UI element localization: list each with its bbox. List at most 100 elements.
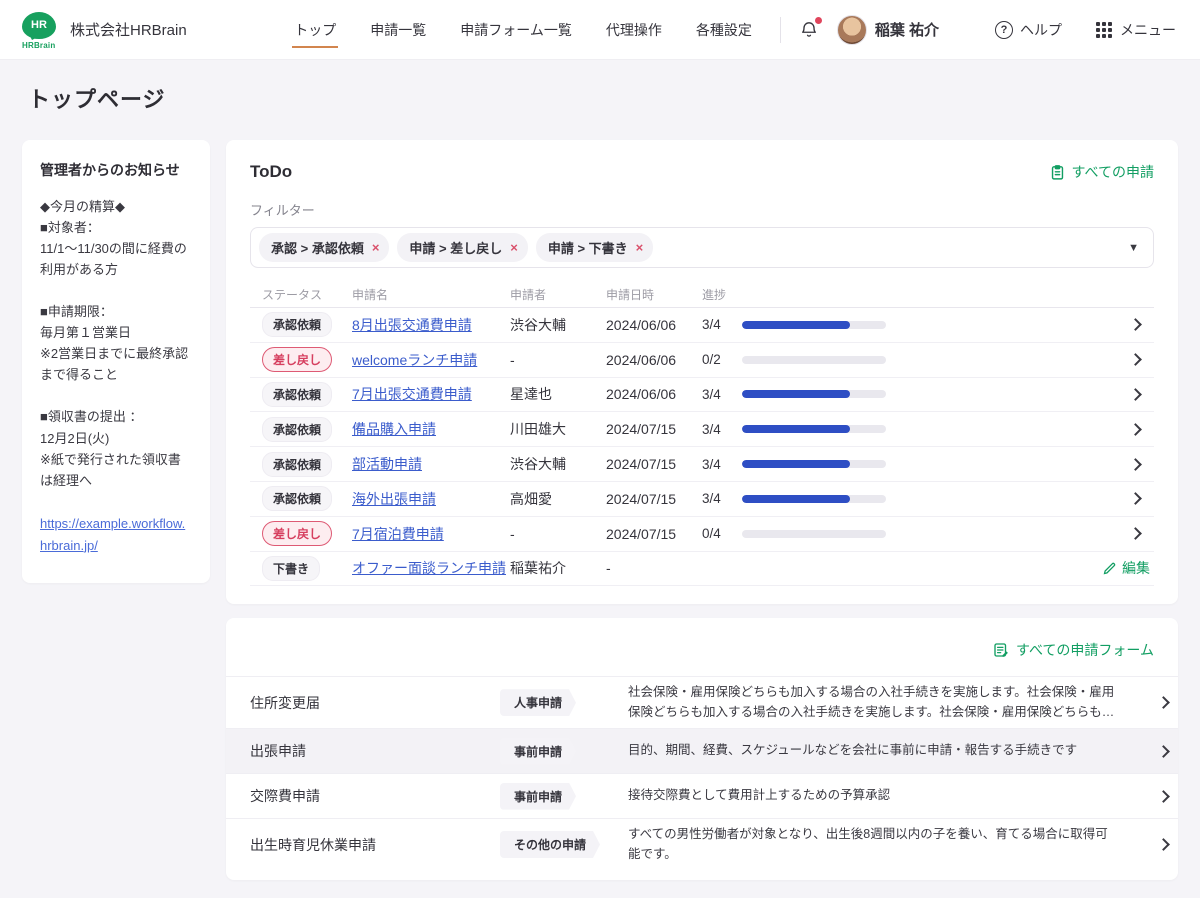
form-name: 交際費申請 — [250, 786, 500, 806]
progress-bar — [742, 495, 886, 503]
todo-title: ToDo — [250, 162, 292, 182]
status-badge: 承認依頼 — [262, 312, 332, 337]
column-header: 申請者 — [510, 286, 606, 303]
chip-remove-icon[interactable]: × — [372, 241, 380, 254]
filter-chip-label: 申請 > 下書き — [548, 238, 628, 257]
form-description: 接待交際費として費用計上するための予算承認 — [628, 786, 1132, 805]
form-row[interactable]: 出張申請事前申請目的、期間、経費、スケジュールなどを会社に事前に申請・報告する手… — [226, 728, 1178, 773]
progress-bar — [742, 460, 886, 468]
status-badge: 承認依頼 — [262, 382, 332, 407]
application-link[interactable]: 7月出張交通費申請 — [352, 384, 510, 404]
pencil-icon — [1102, 561, 1117, 576]
status-badge: 承認依頼 — [262, 452, 332, 477]
status-badge: 下書き — [262, 556, 320, 581]
todo-row: 承認依頼7月出張交通費申請星達也2024/06/063/4 — [250, 378, 1154, 413]
chip-remove-icon[interactable]: × — [636, 241, 644, 254]
form-row[interactable]: 交際費申請事前申請接待交際費として費用計上するための予算承認 — [226, 773, 1178, 818]
form-name: 住所変更届 — [250, 693, 500, 713]
nav-item-5[interactable]: 各種設定 — [694, 14, 754, 46]
nav-item-2[interactable]: 申請一覧 — [368, 14, 428, 46]
user-avatar — [837, 15, 867, 45]
application-link[interactable]: 部活動申請 — [352, 454, 510, 474]
column-header: 申請日時 — [606, 286, 702, 303]
application-link[interactable]: 7月宿泊費申請 — [352, 524, 510, 544]
all-applications-link[interactable]: すべての申請 — [1049, 162, 1154, 182]
user-menu[interactable]: 稲葉 祐介 — [837, 15, 939, 45]
applicant-name: 川田雄大 — [510, 419, 606, 439]
all-applications-label: すべての申請 — [1072, 162, 1154, 182]
form-category-badge: 事前申請 — [500, 738, 576, 765]
all-forms-link[interactable]: すべての申請フォーム — [992, 640, 1154, 660]
application-link[interactable]: welcomeランチ申請 — [352, 350, 510, 370]
row-chevron-icon[interactable] — [1129, 319, 1142, 332]
progress-count: 0/4 — [702, 526, 732, 541]
app-header: HR HRBrain 株式会社HRBrain トップ申請一覧申請フォーム一覧代理… — [0, 0, 1200, 60]
dropdown-caret-icon[interactable]: ▼ — [1128, 242, 1139, 254]
progress-count: 0/2 — [702, 352, 732, 367]
todo-row: 差し戻し7月宿泊費申請-2024/07/150/4 — [250, 517, 1154, 552]
help-button[interactable]: ? ヘルプ — [995, 20, 1062, 40]
filter-chip-3[interactable]: 申請 > 下書き × — [536, 233, 653, 262]
progress-count: 3/4 — [702, 422, 732, 437]
menu-button[interactable]: メニュー — [1096, 20, 1176, 40]
progress: 0/2 — [702, 352, 1106, 367]
application-link[interactable]: オファー面談ランチ申請 — [352, 558, 510, 578]
admin-notice-link[interactable]: https://example.workflow.hrbrain.jp/ — [40, 513, 192, 557]
application-date: 2024/06/06 — [606, 386, 702, 402]
row-chevron-icon[interactable] — [1129, 423, 1142, 436]
all-forms-label: すべての申請フォーム — [1016, 640, 1154, 660]
application-date: 2024/06/06 — [606, 317, 702, 333]
hrbrain-logo-icon: HR HRBrain — [22, 12, 60, 48]
applicant-name: 渋谷大輔 — [510, 315, 606, 335]
todo-panel: ToDo すべての申請 フィルター 承認 > 承認依頼×申請 > 差し戻し×申請… — [226, 140, 1178, 604]
forms-panel: すべての申請フォーム 住所変更届人事申請社会保険・雇用保険どちらも加入する場合の… — [226, 618, 1178, 880]
row-chevron-icon[interactable] — [1129, 527, 1142, 540]
row-chevron-icon[interactable] — [1157, 745, 1170, 758]
column-header: ステータス — [262, 286, 352, 303]
progress-bar — [742, 356, 886, 364]
form-name: 出張申請 — [250, 741, 500, 761]
admin-notice-body: ◆今月の精算◆ ■対象者： 11/1〜11/30の間に経費の利用がある方 ■申請… — [40, 196, 192, 491]
application-link[interactable]: 海外出張申請 — [352, 489, 510, 509]
form-row[interactable]: 住所変更届人事申請社会保険・雇用保険どちらも加入する場合の入社手続きを実施します… — [226, 676, 1178, 728]
column-header: 申請名 — [352, 286, 510, 303]
filter-select[interactable]: 承認 > 承認依頼 × 申請 > 差し戻し × 申請 > 下書き × ▼ — [250, 227, 1154, 268]
todo-row: 承認依頼 8月出張交通費申請渋谷大輔2024/06/063/4 — [250, 308, 1154, 343]
nav-item-1[interactable]: トップ — [292, 14, 338, 46]
filter-chip-1[interactable]: 承認 > 承認依頼 × — [259, 233, 389, 262]
filter-chip-2[interactable]: 申請 > 差し戻し × — [397, 233, 527, 262]
row-chevron-icon[interactable] — [1129, 493, 1142, 506]
todo-row: 下書きオファー面談ランチ申請稲葉祐介-編集 — [250, 552, 1154, 587]
notification-bell-icon[interactable] — [799, 19, 819, 40]
row-chevron-icon[interactable] — [1157, 696, 1170, 709]
row-chevron-icon[interactable] — [1129, 353, 1142, 366]
application-link[interactable]: 備品購入申請 — [352, 419, 510, 439]
chip-remove-icon[interactable]: × — [510, 241, 518, 254]
filter-label: フィルター — [250, 200, 1154, 219]
nav-item-4[interactable]: 代理操作 — [604, 14, 664, 46]
progress-count: 3/4 — [702, 317, 732, 332]
status-badge: 承認依頼 — [262, 486, 332, 511]
form-category-badge: その他の申請 — [500, 831, 600, 858]
todo-table-header: ステータス申請名申請者申請日時進捗 — [250, 282, 1154, 308]
menu-label: メニュー — [1120, 20, 1176, 40]
filter-chip-label: 承認 > 承認依頼 — [271, 238, 364, 257]
progress-bar — [742, 321, 886, 329]
form-row[interactable]: 出生時育児休業申請その他の申請すべての男性労働者が対象となり、出生後8週間以内の… — [226, 818, 1178, 870]
application-link[interactable]: 8月出張交通費申請 — [352, 315, 510, 335]
filter-chip-label: 申請 > 差し戻し — [409, 238, 502, 257]
row-chevron-icon[interactable] — [1157, 790, 1170, 803]
row-chevron-icon[interactable] — [1157, 838, 1170, 851]
application-date: 2024/07/15 — [606, 491, 702, 507]
edit-link[interactable]: 編集 — [1102, 558, 1150, 578]
nav-item-3[interactable]: 申請フォーム一覧 — [458, 14, 574, 46]
help-icon: ? — [995, 21, 1013, 39]
admin-notice-panel: 管理者からのお知らせ ◆今月の精算◆ ■対象者： 11/1〜11/30の間に経費… — [22, 140, 210, 583]
header-divider — [780, 17, 781, 43]
grid-menu-icon — [1096, 22, 1112, 38]
row-chevron-icon[interactable] — [1129, 458, 1142, 471]
application-date: 2024/07/15 — [606, 456, 702, 472]
applicant-name: 高畑愛 — [510, 489, 606, 509]
row-chevron-icon[interactable] — [1129, 388, 1142, 401]
main-nav: トップ申請一覧申請フォーム一覧代理操作各種設定 — [292, 14, 754, 46]
